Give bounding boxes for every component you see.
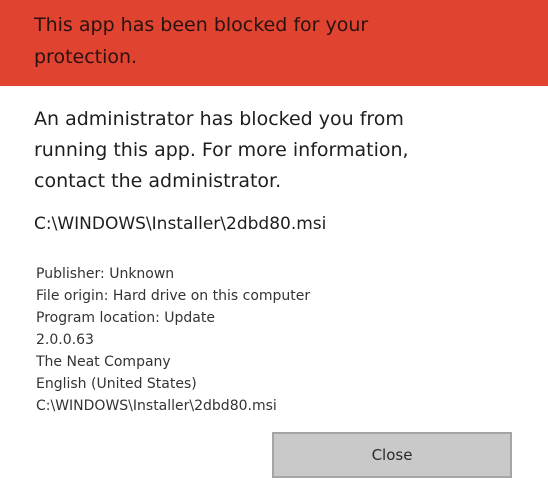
program-location-detail: Program location: Update bbox=[36, 310, 215, 326]
version-detail: 2.0.0.63 bbox=[36, 332, 94, 348]
close-button[interactable]: Close bbox=[272, 432, 512, 478]
file-origin-detail: File origin: Hard drive on this computer bbox=[36, 288, 311, 304]
header-title: This app has been blocked for your prote… bbox=[34, 14, 369, 68]
blocked-app-dialog: This app has been blocked for your prote… bbox=[0, 0, 548, 490]
path-detail: C:\WINDOWS\Installer\2dbd80.msi bbox=[36, 398, 277, 414]
app-details-list: Publisher: Unknown File origin: Hard dri… bbox=[36, 263, 456, 417]
warning-header: This app has been blocked for your prote… bbox=[0, 0, 548, 86]
block-message: An administrator has blocked you from ru… bbox=[34, 108, 409, 192]
blocked-file-path: C:\WINDOWS\Installer\2dbd80.msi bbox=[34, 214, 327, 234]
language-detail: English (United States) bbox=[36, 376, 197, 392]
publisher-detail: Publisher: Unknown bbox=[36, 266, 175, 282]
company-detail: The Neat Company bbox=[36, 354, 171, 370]
